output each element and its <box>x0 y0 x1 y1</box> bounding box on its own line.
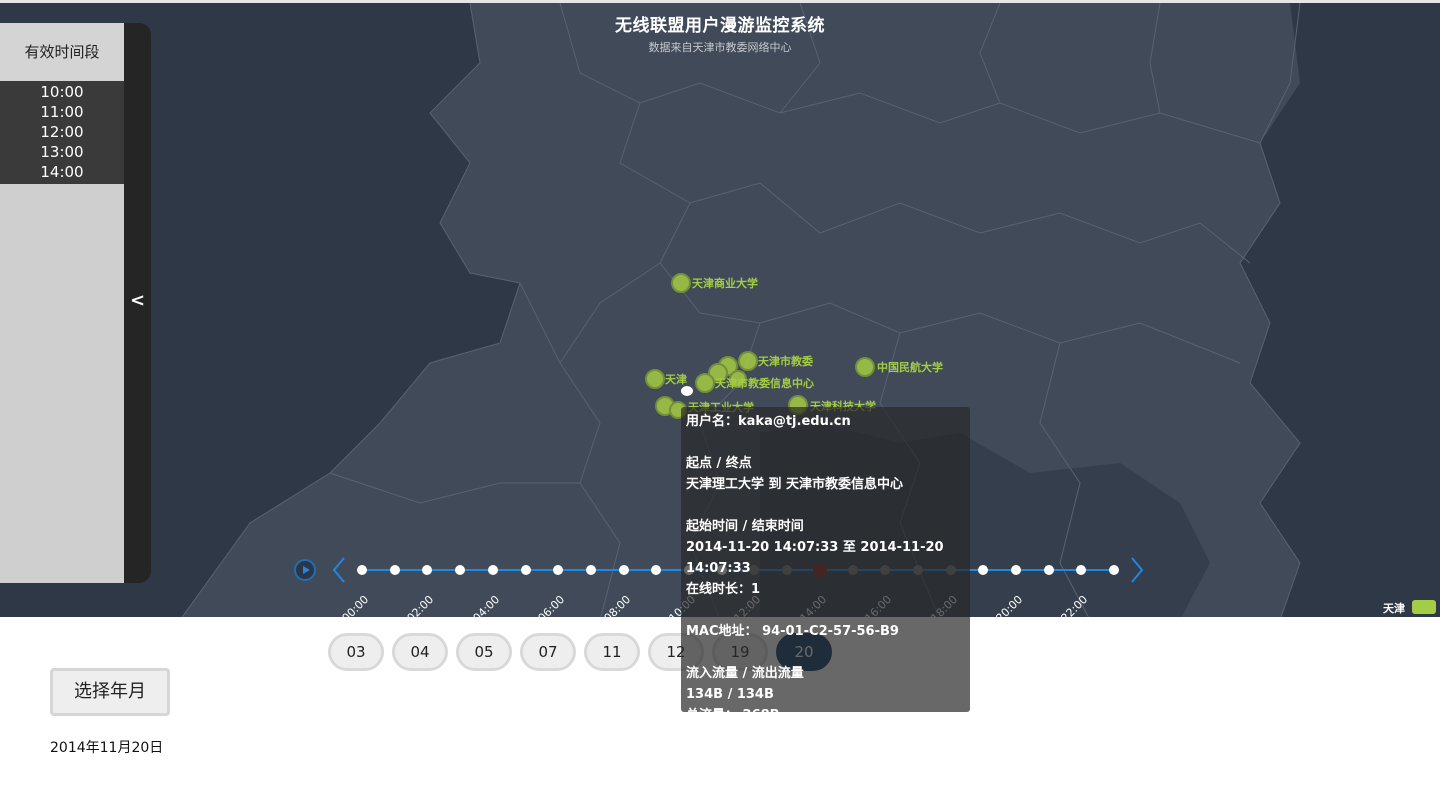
selected-date: 2014年11月20日 <box>50 740 164 756</box>
timeline-dot[interactable] <box>520 565 531 575</box>
tooltip-route-value: 天津理工大学 到 天津市教委信息中心 <box>686 477 904 492</box>
tooltip-time-heading: 起始时间 / 结束时间 <box>686 519 804 534</box>
timeline-play-button[interactable] <box>294 559 316 581</box>
collapse-panel-button[interactable]: < <box>124 23 151 583</box>
timeline-dot[interactable] <box>487 565 498 575</box>
map-label-education-commission[interactable]: 天津市教委 <box>758 353 813 369</box>
day-button-03[interactable]: 03 <box>328 633 384 671</box>
timeline-dot[interactable] <box>357 565 367 575</box>
timeline-dot[interactable] <box>1011 565 1021 575</box>
time-item[interactable]: 10:00 <box>0 82 124 102</box>
time-item[interactable]: 11:00 <box>0 102 124 122</box>
timeline-dot[interactable] <box>618 565 629 575</box>
legend-swatch[interactable] <box>1412 600 1436 614</box>
tooltip-traffic-heading: 流入流量 / 流出流量 <box>686 666 804 681</box>
time-item[interactable]: 13:00 <box>0 142 124 162</box>
timeline-dot[interactable] <box>389 565 400 575</box>
time-item[interactable]: 12:00 <box>0 122 124 142</box>
day-button-05[interactable]: 05 <box>456 633 512 671</box>
timeline-dot[interactable] <box>1043 565 1054 575</box>
tooltip-route-heading: 起点 / 终点 <box>686 456 752 471</box>
map-label-info-center[interactable]: 天津市教委信息中心 <box>715 375 814 391</box>
tooltip-mac: MAC地址： 94-01-C2-57-56-B9 <box>686 624 899 639</box>
select-month-button[interactable]: 选择年月 <box>50 668 170 716</box>
page-title: 无线联盟用户漫游监控系统 <box>615 16 825 36</box>
tooltip-total-traffic: 总流量： 268B <box>686 708 780 723</box>
map-label-tianjin-commerce-univ[interactable]: 天津商业大学 <box>692 275 758 291</box>
time-panel: 有效时间段 10:00 11:00 12:00 13:00 14:00 <box>0 23 124 583</box>
page-subtitle: 数据来自天津市教委网络中心 <box>648 41 792 54</box>
map-label-civil-aviation-univ[interactable]: 中国民航大学 <box>877 359 943 375</box>
tooltip-time-value: 2014-11-20 14:07:33 至 2014-11-20 14:07:3… <box>686 540 944 576</box>
day-button-11[interactable]: 11 <box>584 633 640 671</box>
legend-label: 天津 <box>1383 602 1405 615</box>
tooltip-traffic-value: 134B / 134B <box>686 687 774 702</box>
roaming-tooltip: 用户名：kaka@tj.edu.cn 起点 / 终点 天津理工大学 到 天津市教… <box>681 407 970 723</box>
map-label-tianjin[interactable]: 天津 <box>665 371 687 387</box>
timeline-prev-icon[interactable] <box>330 556 348 584</box>
tooltip-username: 用户名：kaka@tj.edu.cn <box>686 414 851 429</box>
time-panel-title: 有效时间段 <box>0 23 124 81</box>
timeline-dot[interactable] <box>585 565 596 575</box>
time-item[interactable]: 14:00 <box>0 162 124 182</box>
time-list: 10:00 11:00 12:00 13:00 14:00 <box>0 81 124 184</box>
timeline-next-icon[interactable] <box>1128 556 1146 584</box>
day-button-07[interactable]: 07 <box>520 633 576 671</box>
tooltip-online-duration: 在线时长：1 <box>686 582 761 597</box>
day-button-04[interactable]: 04 <box>392 633 448 671</box>
